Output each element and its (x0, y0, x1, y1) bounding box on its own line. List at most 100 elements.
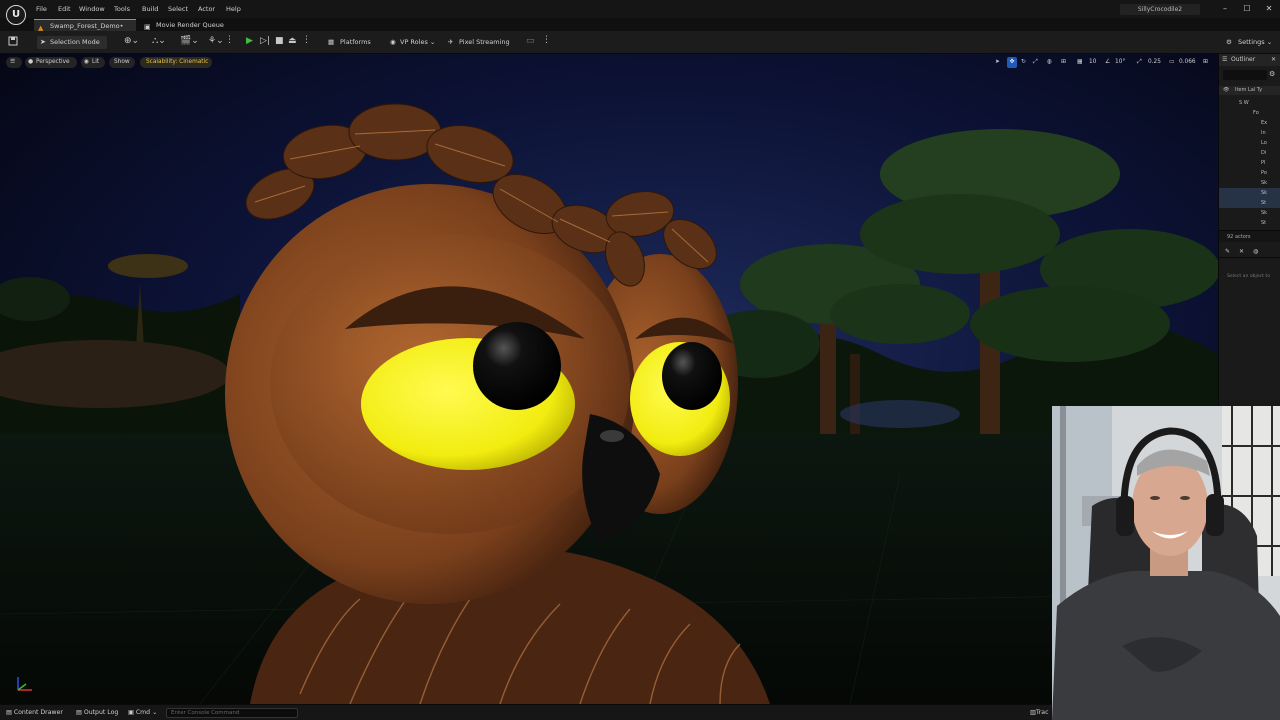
selection-mode-dropdown[interactable]: ➤ Selection Mode ⌄ (37, 36, 107, 59)
trace-button[interactable]: ▥Trac (1030, 709, 1048, 716)
play-icon[interactable]: ▶ (246, 36, 253, 46)
selection-mode-label: Selection Mode (50, 38, 100, 46)
stop-icon[interactable]: ■ (275, 36, 284, 46)
outliner-column-header: 👁 Item Lal Ty (1219, 86, 1280, 95)
save-icon (8, 36, 18, 46)
translate-tool-icon[interactable]: ✥ (1007, 57, 1017, 68)
lit-label: Lit (92, 59, 100, 65)
level-viewport[interactable]: ☰ ● Perspective ◉ Lit Show Scalability: … (0, 54, 1218, 704)
visibility-icon[interactable]: 👁 (1223, 86, 1229, 95)
list-item[interactable]: Po (1219, 168, 1280, 178)
outliner-tab[interactable]: ☰ Outliner ✕ (1219, 54, 1280, 66)
lit-dropdown[interactable]: ◉ Lit (81, 57, 105, 68)
list-item[interactable]: Pl (1219, 158, 1280, 168)
maximize-viewport-icon[interactable]: ⊞ (1203, 57, 1208, 68)
pixel-streaming-dropdown[interactable]: ✈ Pixel Streaming ⌄ (448, 36, 516, 59)
outliner-settings-icon[interactable]: ⚙ (1269, 70, 1275, 78)
cmd-dropdown[interactable]: ▣ Cmd ⌄ (128, 709, 157, 716)
list-item[interactable]: In (1219, 128, 1280, 138)
unreal-logo-icon[interactable]: U (6, 5, 26, 25)
play-options-icon[interactable]: ⋮ (302, 35, 311, 45)
gear-icon: ⚙ (1226, 38, 1232, 46)
platforms-label: Platforms (340, 38, 371, 46)
modes-icon[interactable]: ⚘⌄ (208, 36, 224, 46)
rotation-snap-icon[interactable]: ∠ (1105, 57, 1110, 68)
platforms-dropdown[interactable]: ▦ Platforms ⌄ (328, 36, 378, 59)
scale-tool-icon[interactable]: ⤢ (1033, 57, 1038, 68)
maximize-button[interactable]: ☐ (1240, 3, 1254, 15)
settings-dropdown[interactable]: ⚙ Settings ⌄ (1226, 36, 1276, 49)
list-item[interactable]: S W (1219, 98, 1280, 108)
vp-roles-dropdown[interactable]: ◉ VP Roles ⌄ (390, 36, 436, 49)
add-actor-icon[interactable]: ⊕⌄ (124, 36, 139, 46)
menu-actor[interactable]: Actor (198, 5, 215, 13)
list-item[interactable]: Lo (1219, 138, 1280, 148)
document-tab-bar: ▲ Swamp_Forest_Demo• ▣ Movie Render Queu… (0, 18, 1280, 32)
grid-snap-icon[interactable]: ▦ (1077, 57, 1082, 68)
surface-snap-icon[interactable]: ⊞ (1061, 57, 1066, 68)
menu-bar: U File Edit Window Tools Build Select Ac… (0, 0, 1280, 25)
pencil-icon[interactable]: ✎ (1225, 248, 1230, 255)
close-button[interactable]: ✕ (1262, 3, 1276, 15)
menu-build[interactable]: Build (142, 5, 158, 13)
overflow-icon[interactable]: ⋮ (225, 35, 234, 45)
menu-window[interactable]: Window (79, 5, 105, 13)
vr-icon[interactable]: ▭ (526, 36, 535, 46)
cinematics-icon[interactable]: 🎬⌄ (180, 36, 199, 46)
content-drawer-button[interactable]: ▤ Content Drawer (6, 709, 63, 716)
list-item[interactable]: Sk (1219, 208, 1280, 218)
menu-select[interactable]: Select (168, 5, 188, 13)
select-tool-icon[interactable]: ➤ (995, 57, 1000, 68)
close-icon[interactable]: ✕ (1271, 54, 1276, 66)
output-log-button[interactable]: ▤ Output Log (76, 709, 118, 716)
webcam-overlay (1052, 406, 1280, 720)
tab-movie-render-queue[interactable]: ▣ Movie Render Queue (140, 19, 240, 31)
perspective-dropdown[interactable]: ● Perspective (25, 57, 77, 68)
list-item[interactable]: Ex (1219, 118, 1280, 128)
list-item[interactable]: Fo (1219, 108, 1280, 118)
pixel-streaming-label: Pixel Streaming (459, 38, 510, 46)
scale-snap-icon[interactable]: ⤢ (1137, 57, 1142, 68)
show-dropdown[interactable]: Show (109, 57, 135, 68)
step-icon[interactable]: ▷| (260, 36, 270, 46)
menu-file[interactable]: File (36, 5, 47, 13)
output-log-label: Output Log (83, 709, 119, 716)
world-space-icon[interactable]: ◍ (1047, 57, 1052, 68)
lit-icon: ◉ (84, 59, 90, 65)
list-item[interactable]: St (1219, 198, 1280, 208)
axis-gizmo-icon (17, 677, 32, 691)
viewport-toolbar-right: ➤ ✥ ↻ ⤢ ◍ ⊞ ▦ 10 ∠ 10° ⤢ 0.25 ▭ 0.066 ⊞ (993, 57, 1213, 68)
tab-level-label: Swamp_Forest_Demo• (50, 22, 124, 30)
save-button[interactable] (8, 36, 22, 49)
viewport-menu-button[interactable]: ☰ (6, 57, 22, 68)
cmd-label: Cmd (135, 709, 151, 716)
globe-icon[interactable]: ◍ (1253, 248, 1258, 255)
scale-snap-value[interactable]: 0.25 (1148, 57, 1161, 68)
console-command-input[interactable]: Enter Console Command (166, 708, 298, 718)
blueprint-icon[interactable]: ⛬⌄ (152, 36, 166, 46)
scalability-badge[interactable]: Scalability: Cinematic (140, 57, 212, 68)
rotation-snap-value[interactable]: 10° (1115, 57, 1125, 68)
eject-icon[interactable]: ⏏ (288, 36, 297, 46)
user-badge[interactable]: SillyCrocodile2 (1120, 4, 1200, 15)
camera-speed-value[interactable]: 0.066 (1179, 57, 1196, 68)
tab-level[interactable]: ▲ Swamp_Forest_Demo• (34, 19, 136, 32)
camera-speed-icon[interactable]: ▭ (1169, 57, 1174, 68)
toolbar-overflow-icon[interactable]: ⋮ (542, 35, 551, 45)
menu-help[interactable]: Help (226, 5, 241, 13)
outliner-icon: ☰ (1222, 56, 1228, 63)
rotate-tool-icon[interactable]: ↻ (1021, 57, 1026, 68)
viewport-scene (0, 54, 1218, 704)
menu-edit[interactable]: Edit (58, 5, 71, 13)
menu-tools[interactable]: Tools (114, 5, 130, 13)
terminal-icon: ▣ (128, 709, 134, 716)
trace-label: Trac (1035, 709, 1049, 716)
list-item[interactable]: Di (1219, 148, 1280, 158)
list-item[interactable]: Sk (1219, 178, 1280, 188)
grid-size-value[interactable]: 10 (1089, 57, 1096, 68)
close-icon[interactable]: ✕ (1239, 248, 1244, 255)
minimize-button[interactable]: – (1218, 3, 1232, 15)
outliner-search-input[interactable] (1223, 70, 1267, 80)
list-item[interactable]: Sk (1219, 188, 1280, 198)
list-item[interactable]: St (1219, 218, 1280, 228)
